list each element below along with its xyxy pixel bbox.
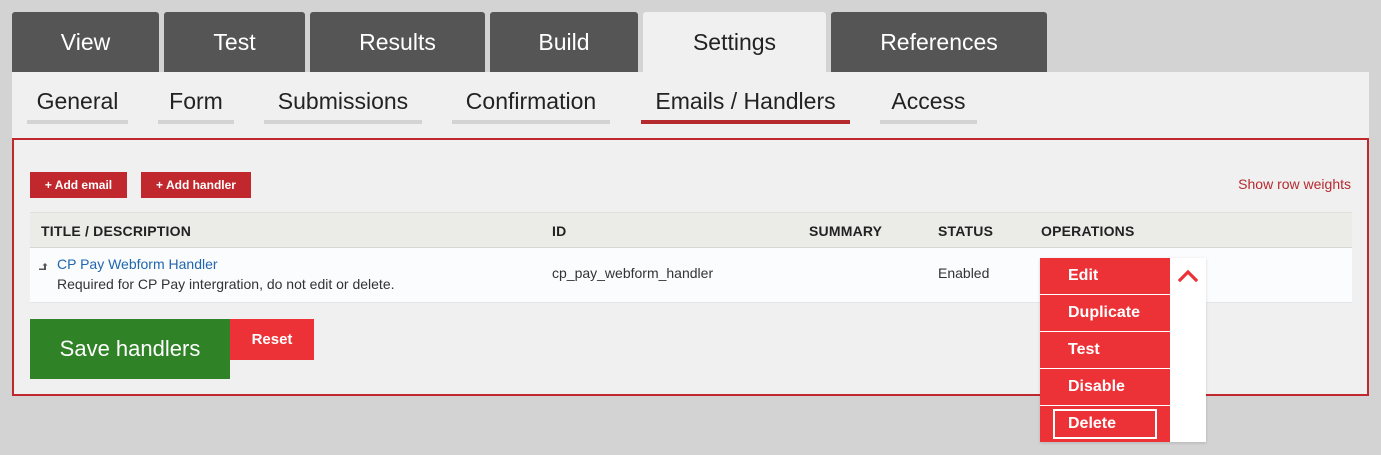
header-operations: OPERATIONS xyxy=(1041,223,1135,239)
primary-tabs: View Test Results Build Settings Referen… xyxy=(12,12,1047,72)
handler-title-link[interactable]: CP Pay Webform Handler xyxy=(57,256,218,272)
header-title: TITLE / DESCRIPTION xyxy=(41,223,192,239)
tab-results[interactable]: Results xyxy=(310,12,485,72)
save-handlers-button[interactable]: Save handlers xyxy=(30,319,230,379)
subtab-emails-handlers[interactable]: Emails / Handlers xyxy=(641,72,850,124)
op-test-button[interactable]: Test xyxy=(1040,332,1170,368)
tab-build[interactable]: Build xyxy=(490,12,638,72)
tab-test[interactable]: Test xyxy=(164,12,305,72)
tab-settings[interactable]: Settings xyxy=(643,12,826,72)
secondary-tabs: General Form Submissions Confirmation Em… xyxy=(12,72,1369,138)
op-delete-label: Delete xyxy=(1068,415,1117,432)
op-duplicate-button[interactable]: Duplicate xyxy=(1040,295,1170,331)
op-disable-button[interactable]: Disable xyxy=(1040,369,1170,405)
op-edit-button[interactable]: Edit xyxy=(1040,258,1170,294)
operations-dropdown: Edit Duplicate Test Disable Delete xyxy=(1040,258,1206,442)
subtab-confirmation[interactable]: Confirmation xyxy=(452,72,610,124)
op-delete-button[interactable]: Delete xyxy=(1040,406,1170,442)
chevron-up-icon[interactable] xyxy=(1178,268,1198,282)
handler-id: cp_pay_webform_handler xyxy=(552,265,714,281)
subtab-submissions[interactable]: Submissions xyxy=(264,72,422,124)
drag-handle-icon[interactable] xyxy=(39,263,49,271)
subtab-general[interactable]: General xyxy=(27,72,128,124)
handler-status: Enabled xyxy=(938,265,990,281)
header-status: STATUS xyxy=(938,223,994,239)
tab-references[interactable]: References xyxy=(831,12,1047,72)
reset-button[interactable]: Reset xyxy=(230,319,314,360)
handler-description: Required for CP Pay intergration, do not… xyxy=(57,276,395,292)
add-email-button[interactable]: + Add email xyxy=(30,172,127,198)
header-summary: SUMMARY xyxy=(809,223,883,239)
tab-view[interactable]: View xyxy=(12,12,159,72)
subtab-form[interactable]: Form xyxy=(158,72,234,124)
show-row-weights-link[interactable]: Show row weights xyxy=(1238,176,1351,192)
add-handler-button[interactable]: + Add handler xyxy=(141,172,251,198)
table-header: TITLE / DESCRIPTION ID SUMMARY STATUS OP… xyxy=(30,212,1352,248)
subtab-access[interactable]: Access xyxy=(880,72,977,124)
header-id: ID xyxy=(552,223,567,239)
